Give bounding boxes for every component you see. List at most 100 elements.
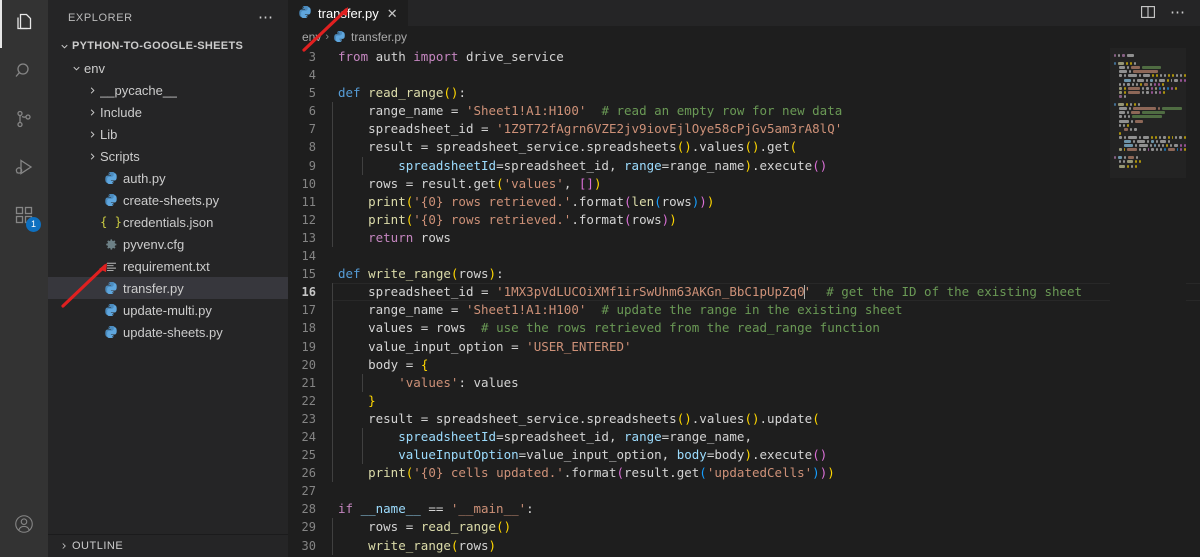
code-line-content: def read_range(): xyxy=(332,84,1200,102)
code-token: = xyxy=(450,103,466,119)
code-line-19[interactable]: 19 value_input_option = 'USER_ENTERED' xyxy=(288,337,1200,356)
ellipsis-icon[interactable]: ⋯ xyxy=(252,10,280,25)
activity-bar-item-accounts[interactable] xyxy=(0,501,48,549)
more-actions-button[interactable]: ⋯ xyxy=(1164,0,1192,26)
code-token: get xyxy=(676,465,700,481)
tree-item-scripts[interactable]: Scripts xyxy=(48,145,288,167)
activity-bar: 1 xyxy=(0,0,48,557)
tree-item-create-sheets-py[interactable]: create-sheets.py xyxy=(48,189,288,211)
code-line-21[interactable]: 21 'values': values xyxy=(288,373,1200,392)
code-line-22[interactable]: 22 } xyxy=(288,391,1200,410)
code-line-24[interactable]: 24 spreadsheetId=spreadsheet_id, range=r… xyxy=(288,427,1200,447)
code-line-23[interactable]: 23 result = spreadsheet_service. spreadsh… xyxy=(288,409,1200,428)
code-token: 'values' xyxy=(503,175,564,191)
breadcrumb-item-env[interactable]: env xyxy=(302,30,321,44)
code-token: = xyxy=(450,302,466,318)
code-token: format xyxy=(571,465,617,481)
code-token: spreadsheet_id xyxy=(503,428,609,444)
code-line-6[interactable]: 6 range_name = 'Sheet1!A1:H100' # read a… xyxy=(288,102,1200,121)
tree-item-env[interactable]: env xyxy=(48,57,288,79)
line-number: 20 xyxy=(301,357,316,372)
activity-bar-item-extensions[interactable]: 1 xyxy=(0,192,48,240)
minimap-token xyxy=(1119,107,1127,111)
minimap-token xyxy=(1151,139,1154,143)
tree-item-transfer-py[interactable]: transfer.py xyxy=(48,277,288,299)
file-tree[interactable]: PYTHON-TO-GOOGLE-SHEETS env __pycache__ … xyxy=(48,35,288,534)
activity-bar-item-search[interactable] xyxy=(0,48,48,96)
code-token: values xyxy=(368,320,421,336)
sidebar-title: EXPLORER xyxy=(68,11,133,24)
tree-item-label: update-sheets.py xyxy=(123,324,223,340)
tree-item-pycache[interactable]: __pycache__ xyxy=(48,79,288,101)
minimap-token xyxy=(1127,123,1129,127)
sidebar-section-outline[interactable]: OUTLINE xyxy=(48,534,288,557)
code-line-27[interactable]: 27 xyxy=(288,482,1200,500)
code-line-17[interactable]: 17 range_name = 'Sheet1!A1:H100' # updat… xyxy=(288,301,1200,320)
code-token: values xyxy=(699,139,745,155)
split-editor-right-button[interactable] xyxy=(1134,0,1162,26)
code-line-29[interactable]: 29 rows = read_range() xyxy=(288,518,1200,537)
code-line-26[interactable]: 26 print('{0} cells updated.'.format(res… xyxy=(288,464,1200,483)
minimap-token xyxy=(1119,82,1121,86)
code-line-3[interactable]: 3 from auth import drive_service xyxy=(288,48,1200,66)
code-line-13[interactable]: 13 return rows xyxy=(288,228,1200,248)
breadcrumb-item-transfer-py[interactable]: transfer.py xyxy=(333,30,407,44)
code-line-18[interactable]: 18 values = rows # use the rows retrieve… xyxy=(288,319,1200,338)
code-line-20[interactable]: 20 body = { xyxy=(288,355,1200,374)
code-line-7[interactable]: 7 spreadsheet_id = '1Z9T72fAgrn6VZE2jv9i… xyxy=(288,120,1200,139)
code-line-12[interactable]: 12 print('{0} rows retrieved.'.format(ro… xyxy=(288,210,1200,229)
code-token: rows xyxy=(661,193,692,209)
code-line-30[interactable]: 30 write_range(rows) xyxy=(288,536,1200,555)
code-line-25[interactable]: 25 valueInputOption=value_input_option, … xyxy=(288,446,1200,465)
code-lines[interactable]: 3 from auth import drive_service 4 5 def rea… xyxy=(288,48,1200,557)
indent-guide xyxy=(332,102,333,121)
code-token: range_name xyxy=(368,302,451,318)
indent-guide xyxy=(332,446,333,465)
code-line-9[interactable]: 9 spreadsheetId=spreadsheet_id, range=ra… xyxy=(288,156,1200,175)
activity-bar-item-source-control[interactable] xyxy=(0,96,48,144)
activity-bar-item-run-and-debug[interactable] xyxy=(0,144,48,192)
text-file-icon xyxy=(102,260,120,273)
tree-root-python-to-google-sheets[interactable]: PYTHON-TO-GOOGLE-SHEETS xyxy=(48,35,288,57)
minimap[interactable] xyxy=(1110,48,1187,557)
minimap-token xyxy=(1119,131,1121,135)
code-token: range xyxy=(624,428,662,444)
tree-item-requirement-txt[interactable]: requirement.txt xyxy=(48,255,288,277)
code-token: ) xyxy=(593,175,602,191)
code-token: rows xyxy=(458,537,489,553)
activity-bar-item-explorer[interactable] xyxy=(0,0,48,48)
code-token: = xyxy=(511,338,527,354)
tree-item-update-sheets-py[interactable]: update-sheets.py xyxy=(48,321,288,343)
code-line-content: spreadsheetId=spreadsheet_id, range=rang… xyxy=(332,156,1200,175)
tree-item-credentials-json[interactable]: { } credentials.json xyxy=(48,211,288,233)
minimap-token xyxy=(1175,86,1177,90)
tree-item-pyvenv-cfg[interactable]: pyvenv.cfg xyxy=(48,233,288,255)
code-line-16[interactable]: 16 spreadsheet_id = '1MX3pVdLUCOiXMf1irS… xyxy=(288,283,1200,302)
line-number: 19 xyxy=(301,339,316,354)
code-token: 'Sheet1!A1:H100' xyxy=(465,302,587,318)
code-line-8[interactable]: 8 result = spreadsheet_service. spreadshe… xyxy=(288,138,1200,157)
code-token: ) xyxy=(684,410,692,426)
code-token: rows xyxy=(631,211,662,227)
code-line-28[interactable]: 28 if __name__ == '__main__': xyxy=(288,500,1200,518)
tree-item-auth-py[interactable]: auth.py xyxy=(48,167,288,189)
minimap-token xyxy=(1142,66,1161,70)
tree-item-update-multi-py[interactable]: update-multi.py xyxy=(48,299,288,321)
code-editor[interactable]: 3 from auth import drive_service 4 5 def rea… xyxy=(288,48,1200,557)
editor-vertical-scrollbar[interactable] xyxy=(1186,48,1200,557)
code-line-11[interactable]: 11 print('{0} rows retrieved.'.format(le… xyxy=(288,192,1200,211)
tree-item-label: create-sheets.py xyxy=(123,192,220,208)
code-line-14[interactable]: 14 xyxy=(288,247,1200,265)
code-token: : xyxy=(458,374,474,390)
code-line-4[interactable]: 4 xyxy=(288,66,1200,84)
tree-item-lib[interactable]: Lib xyxy=(48,123,288,145)
breadcrumb-label: transfer.py xyxy=(351,30,408,44)
minimap-token xyxy=(1119,66,1125,70)
tree-item-include[interactable]: Include xyxy=(48,101,288,123)
tab-transfer-py[interactable]: transfer.py ✕ xyxy=(288,0,409,26)
close-icon[interactable]: ✕ xyxy=(387,7,398,20)
code-line-10[interactable]: 10 rows = result.get('values', []) xyxy=(288,174,1200,193)
minimap-token xyxy=(1174,144,1179,148)
code-line-5[interactable]: 5 def read_range(): xyxy=(288,84,1200,102)
code-line-15[interactable]: 15 def write_range(rows): xyxy=(288,265,1200,283)
